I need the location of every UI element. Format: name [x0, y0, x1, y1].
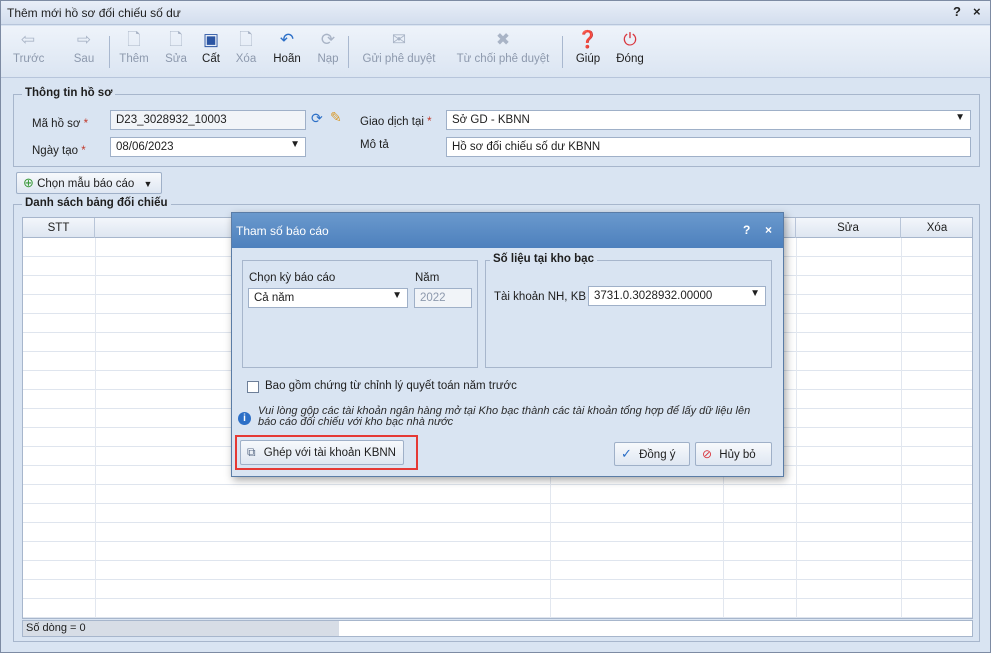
- floppy-disk-icon: ▣: [202, 30, 220, 49]
- treasury-box: Số liệu tại kho bạc Tài khoản NH, KB 373…: [485, 253, 772, 368]
- forward-button[interactable]: ⇨ Sau: [69, 30, 99, 72]
- save-button[interactable]: ▣ Cất: [198, 30, 224, 72]
- help-button[interactable]: ?: [953, 4, 961, 19]
- treasury-title: Số liệu tại kho bạc: [490, 253, 597, 265]
- chevron-down-icon: ▼: [955, 112, 965, 123]
- cancel-button[interactable]: ⊘ Hủy bỏ: [695, 442, 772, 466]
- account-select[interactable]: 3731.0.3028932.00000 ▼: [588, 286, 766, 306]
- delete-button[interactable]: 🗋 Xóa: [233, 30, 259, 72]
- description-field[interactable]: Hồ sơ đối chiếu số dư KBNN: [446, 137, 971, 157]
- arrow-right-icon: ⇨: [76, 30, 92, 49]
- column-stt[interactable]: STT: [23, 218, 95, 238]
- chevron-down-icon: ▼: [392, 290, 402, 301]
- refresh-icon[interactable]: ⟳: [311, 110, 323, 127]
- choose-template-button[interactable]: ⊕ Chọn mẫu báo cáo ▼: [16, 172, 162, 194]
- year-label: Năm: [415, 272, 440, 284]
- period-box: Chọn kỳ báo cáo Năm Cả năm ▼ 2022: [242, 260, 478, 368]
- question-icon: ❓: [577, 30, 599, 49]
- include-checkbox[interactable]: [247, 381, 259, 393]
- year-field[interactable]: 2022: [414, 288, 472, 308]
- code-field[interactable]: D23_3028932_10003: [110, 110, 306, 130]
- add-button[interactable]: 🗋 Thêm: [119, 30, 149, 72]
- account-label: Tài khoản NH, KB: [494, 291, 587, 303]
- title-bar: Thêm mới hồ sơ đối chiếu số dư ? ×: [1, 1, 990, 25]
- dialog-close-button[interactable]: ×: [765, 223, 772, 237]
- description-label: Mô tả: [360, 139, 389, 151]
- power-icon: ⏻: [623, 30, 637, 49]
- close-button[interactable]: ×: [973, 4, 981, 19]
- reject-icon: ✖: [495, 30, 511, 49]
- date-picker[interactable]: 08/06/2023 ▼: [110, 137, 306, 157]
- envelope-icon: ✉: [391, 30, 407, 49]
- chevron-down-icon: ▼: [143, 179, 153, 189]
- pencil-icon[interactable]: ✎: [330, 109, 342, 126]
- back-button[interactable]: ⇦ Trước: [13, 30, 44, 72]
- report-params-dialog: Tham số báo cáo ? × Chọn kỳ báo cáo Năm …: [231, 212, 784, 477]
- main-window: Thêm mới hồ sơ đối chiếu số dư ? × ⇦ Trư…: [0, 0, 991, 653]
- column-delete[interactable]: Xóa: [901, 218, 973, 238]
- edit-button[interactable]: 🗋 Sửa: [163, 30, 189, 72]
- column-edit[interactable]: Sửa: [796, 218, 901, 238]
- transaction-label: Giao dịch tại *: [360, 116, 432, 128]
- dialog-title: Tham số báo cáo: [236, 224, 329, 238]
- cancel-icon: ⊘: [702, 447, 713, 461]
- delete-document-icon: 🗋: [239, 30, 253, 49]
- send-approval-button[interactable]: ✉ Gửi phê duyệt: [359, 30, 439, 72]
- ok-button[interactable]: ✓ Đồng ý: [614, 442, 690, 466]
- toolbar: ⇦ Trước ⇨ Sau 🗋 Thêm 🗋 Sửa ▣ Cất 🗋 Xóa ↶…: [1, 26, 990, 78]
- reject-approval-button[interactable]: ✖ Từ chối phê duyệt: [453, 30, 553, 72]
- info-icon: i: [238, 412, 251, 425]
- dialog-help-button[interactable]: ?: [743, 223, 750, 237]
- separator: [562, 36, 563, 68]
- period-label: Chọn kỳ báo cáo: [249, 272, 336, 284]
- load-button[interactable]: ⟳ Nạp: [315, 30, 341, 72]
- new-document-icon: 🗋: [127, 30, 141, 49]
- code-label: Mã hồ sơ *: [32, 118, 89, 130]
- check-icon: ✓: [621, 446, 632, 461]
- info-group-title: Thông tin hồ sơ: [22, 87, 116, 99]
- refresh-icon: ⟳: [320, 30, 336, 49]
- undo-arrow-icon: ↶: [279, 30, 295, 49]
- window-title: Thêm mới hồ sơ đối chiếu số dư: [7, 6, 181, 20]
- separator: [348, 36, 349, 68]
- merge-kbnn-button[interactable]: ⧉ Ghép với tài khoản KBNN: [240, 440, 404, 465]
- transaction-select[interactable]: Sở GD - KBNN ▼: [446, 110, 971, 130]
- info-note: Vui lòng gộp các tài khoản ngân hàng mở …: [258, 405, 751, 428]
- row-count: Số dòng = 0: [23, 621, 339, 636]
- table-status-bar: Số dòng = 0: [22, 620, 973, 637]
- edit-document-icon: 🗋: [169, 30, 183, 49]
- plus-circle-icon: ⊕: [23, 175, 34, 190]
- include-label: Bao gồm chứng từ chỉnh lý quyết toán năm…: [265, 380, 517, 392]
- undo-button[interactable]: ↶ Hoãn: [271, 30, 303, 72]
- list-group-title: Danh sách bảng đối chiếu: [22, 197, 171, 209]
- chevron-down-icon: ▼: [290, 139, 300, 150]
- date-label: Ngày tạo *: [32, 145, 86, 157]
- chevron-down-icon: ▼: [750, 288, 760, 299]
- separator: [109, 36, 110, 68]
- dialog-title-bar: Tham số báo cáo ? ×: [232, 213, 783, 248]
- info-group: Thông tin hồ sơ Mã hồ sơ * D23_3028932_1…: [13, 87, 980, 167]
- merge-icon: ⧉: [247, 445, 256, 459]
- help-tool-button[interactable]: ❓ Giúp: [573, 30, 603, 72]
- close-tool-button[interactable]: ⏻ Đóng: [613, 30, 647, 72]
- arrow-left-icon: ⇦: [20, 30, 36, 49]
- period-select[interactable]: Cả năm ▼: [248, 288, 408, 308]
